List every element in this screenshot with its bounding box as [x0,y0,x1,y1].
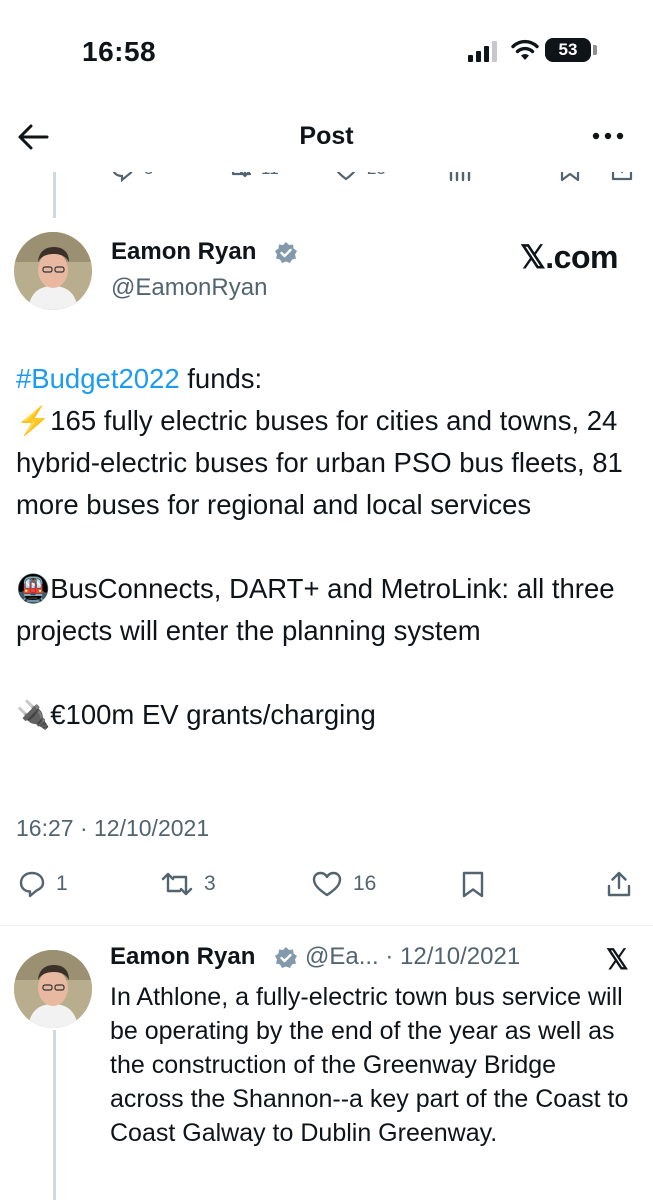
reply-icon [19,871,45,898]
reply-author-name[interactable]: Eamon Ryan [110,943,255,971]
like-button[interactable]: 16 [311,870,376,898]
post-line-3: 🚇BusConnects, DART+ and MetroLink: all t… [16,573,615,646]
repost-count: 3 [204,872,216,895]
reply-button[interactable]: 1 [18,870,68,898]
share-icon [607,871,631,897]
avatar[interactable] [14,232,92,310]
post-body: #Budget2022 funds: ⚡165 fully electric b… [16,358,641,736]
reply-avatar[interactable] [14,950,92,1028]
status-time: 16:58 [82,36,157,67]
thread-line [53,172,56,218]
post-timestamp[interactable]: 16:27 · 12/10/2021 [16,815,209,842]
avatar-image [14,950,92,1028]
post-line-1: funds: [179,363,263,394]
author-handle[interactable]: @EamonRyan [111,274,267,302]
more-button[interactable] [588,122,628,150]
avatar-image [14,232,92,310]
battery-tip [593,45,597,55]
verified-badge-icon [274,241,298,270]
page-title: Post [299,122,354,150]
previous-post-actions: 5 11 25 [0,150,653,190]
x-logo-icon[interactable]: 𝕏 [606,943,629,976]
action-bar: 1 3 16 [0,870,653,910]
reply-count: 1 [56,872,68,895]
heart-icon [312,871,342,897]
wifi-icon [510,38,540,67]
bookmark-icon [462,871,484,898]
reply-body: In Athlone, a fully-electric town bus se… [110,983,629,1147]
post-line-2: ⚡165 fully electric buses for cities and… [16,405,623,520]
repost-button[interactable]: 3 [160,870,216,898]
post-line-4: 🔌€100m EV grants/charging [16,699,376,730]
share-button[interactable] [606,870,632,898]
hashtag-link[interactable]: #Budget2022 [16,363,180,394]
author-name[interactable]: Eamon Ryan [111,238,256,266]
reply-meta[interactable]: @Ea... · 12/10/2021 [305,943,520,971]
like-count: 16 [353,872,377,895]
divider [0,925,653,926]
signal-icon [468,40,497,62]
verified-badge-icon [274,946,298,975]
reply-thread-line [53,1030,56,1200]
source-label[interactable]: 𝕏.com [520,238,618,276]
battery-icon: 53 [545,38,591,62]
ellipsis-icon [592,132,624,140]
bookmark-button[interactable] [460,870,486,898]
repost-icon [161,872,193,896]
